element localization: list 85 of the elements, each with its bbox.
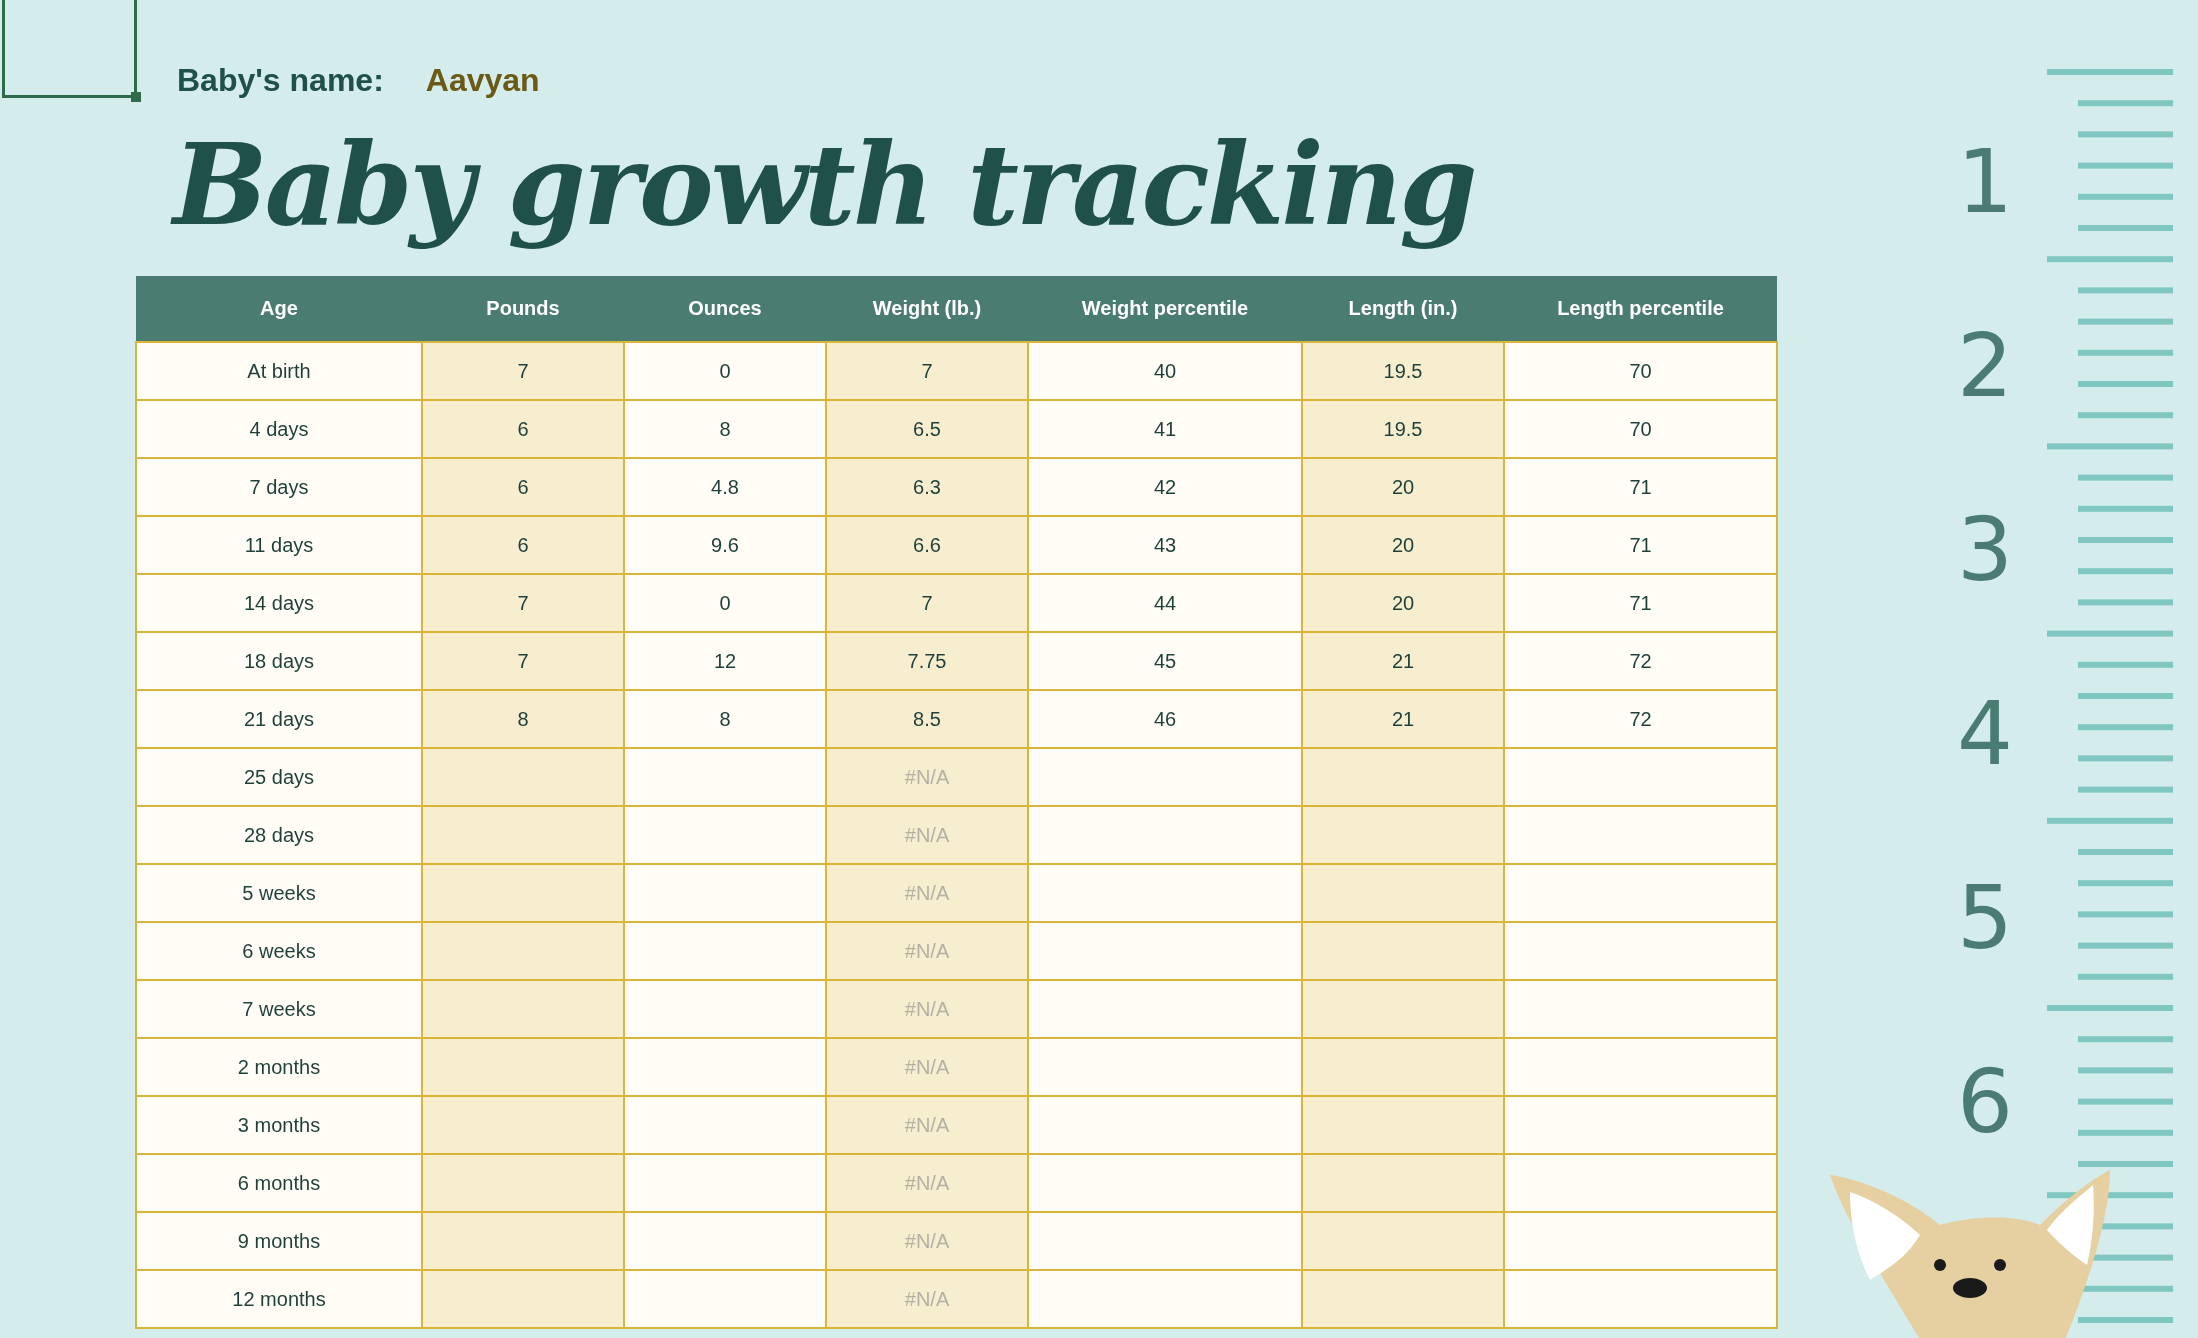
table-cell: 6.5 <box>826 399 1028 458</box>
table-cell: 21 <box>1302 631 1504 690</box>
table-cell: 20 <box>1302 515 1504 574</box>
table-cell: #N/A <box>826 805 1028 864</box>
table-cell: 12 <box>624 631 826 690</box>
table-cell: 45 <box>1028 631 1302 690</box>
table-cell: 72 <box>1504 631 1777 690</box>
table-cell: 6 <box>422 399 624 458</box>
name-value: Aavyan <box>425 61 540 100</box>
table-cell: 71 <box>1504 573 1777 632</box>
table-cell: #N/A <box>826 1037 1028 1096</box>
table-cell: At birth <box>136 341 422 400</box>
table-cell: #N/A <box>826 1095 1028 1154</box>
ruler-number: 6 <box>1957 1050 2013 1153</box>
table-cell: 18 days <box>136 631 422 690</box>
table-cell: 8.5 <box>826 689 1028 748</box>
ruler-number: 4 <box>1957 682 2013 785</box>
table-cell: #N/A <box>826 747 1028 806</box>
table-cell: 6.6 <box>826 515 1028 574</box>
column-header: Weight (lb.) <box>826 275 1028 342</box>
table-cell: 6.3 <box>826 457 1028 516</box>
table-cell: 9 months <box>136 1211 422 1270</box>
table-cell: 0 <box>624 341 826 400</box>
table-cell: #N/A <box>826 1153 1028 1212</box>
table-cell: 71 <box>1504 457 1777 516</box>
table-cell: 12 months <box>136 1269 422 1328</box>
table-cell: 8 <box>624 399 826 458</box>
column-header: Ounces <box>624 275 826 342</box>
table-cell: 41 <box>1028 399 1302 458</box>
column-header: Pounds <box>422 275 624 342</box>
ruler-number: 3 <box>1957 498 2013 601</box>
table-cell: 28 days <box>136 805 422 864</box>
name-label: Baby's name: <box>177 61 384 100</box>
column-header: Length (in.) <box>1302 275 1504 342</box>
table-cell: 6 weeks <box>136 921 422 980</box>
table-cell: 7.75 <box>826 631 1028 690</box>
table-cell: 20 <box>1302 457 1504 516</box>
table-cell: 7 weeks <box>136 979 422 1038</box>
table-cell: #N/A <box>826 1211 1028 1270</box>
column-header: Length percentile <box>1504 275 1777 342</box>
table-cell: #N/A <box>826 863 1028 922</box>
column-header: Age <box>136 275 422 342</box>
ruler-number: 2 <box>1957 314 2013 417</box>
table-cell: 9.6 <box>624 515 826 574</box>
table-cell: 7 <box>422 573 624 632</box>
table-cell: 14 days <box>136 573 422 632</box>
table-cell: 6 <box>422 515 624 574</box>
table-cell: 25 days <box>136 747 422 806</box>
table-cell: 7 days <box>136 457 422 516</box>
table-cell: 6 months <box>136 1153 422 1212</box>
table-cell: 7 <box>826 573 1028 632</box>
table-cell: 7 <box>422 631 624 690</box>
table-cell: 8 <box>422 689 624 748</box>
table-cell: 70 <box>1504 341 1777 400</box>
table-cell: 7 <box>826 341 1028 400</box>
table-cell: 6 <box>422 457 624 516</box>
table-cell: 21 <box>1302 689 1504 748</box>
table-cell: 8 <box>624 689 826 748</box>
table-cell: 11 days <box>136 515 422 574</box>
ruler-number: 1 <box>1957 130 2013 233</box>
table-cell: 4 days <box>136 399 422 458</box>
table-cell: 70 <box>1504 399 1777 458</box>
table-cell: 5 weeks <box>136 863 422 922</box>
table-cell: 40 <box>1028 341 1302 400</box>
ruler-number: 5 <box>1957 866 2013 969</box>
table-cell: 19.5 <box>1302 399 1504 458</box>
table-cell: 7 <box>422 341 624 400</box>
table-cell: 4.8 <box>624 457 826 516</box>
table-cell: 71 <box>1504 515 1777 574</box>
column-header: Weight percentile <box>1028 275 1302 342</box>
table-cell: 2 months <box>136 1037 422 1096</box>
table-cell: #N/A <box>826 1269 1028 1328</box>
fill-handle[interactable] <box>131 92 141 102</box>
table-cell: 72 <box>1504 689 1777 748</box>
table-cell: 0 <box>624 573 826 632</box>
table-cell: #N/A <box>826 979 1028 1038</box>
table-cell: 42 <box>1028 457 1302 516</box>
table-cell: 46 <box>1028 689 1302 748</box>
table-cell: 19.5 <box>1302 341 1504 400</box>
table-cell: 3 months <box>136 1095 422 1154</box>
table-cell: 43 <box>1028 515 1302 574</box>
table-cell: 20 <box>1302 573 1504 632</box>
table-cell: #N/A <box>826 921 1028 980</box>
table-cell: 44 <box>1028 573 1302 632</box>
table-cell: 21 days <box>136 689 422 748</box>
